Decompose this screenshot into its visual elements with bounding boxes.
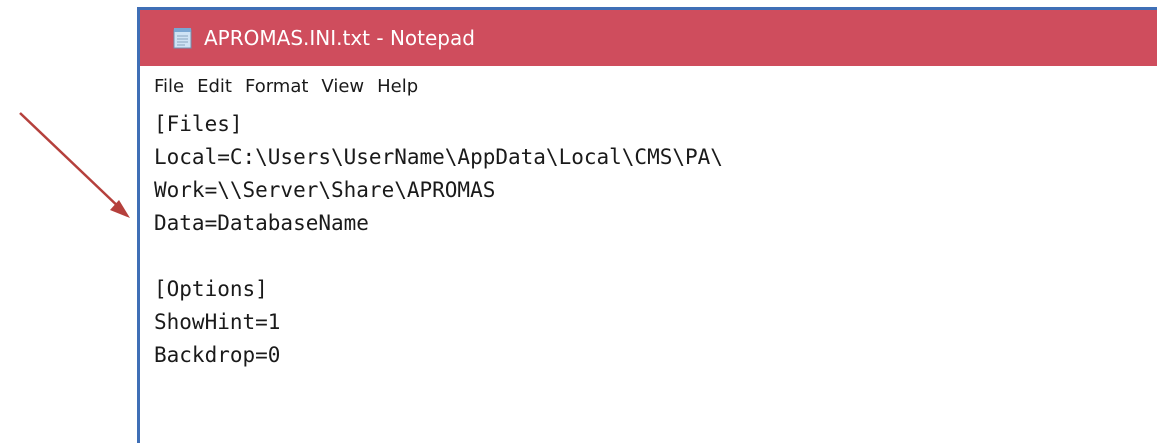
- notepad-icon: [172, 27, 194, 49]
- menu-bar: File Edit Format View Help: [140, 66, 1157, 106]
- editor-line-backdrop: Backdrop=0: [154, 343, 281, 367]
- menu-file[interactable]: File: [154, 76, 184, 97]
- text-editor[interactable]: [Files] Local=C:\Users\UserName\AppData\…: [140, 106, 1157, 372]
- editor-line-files-header: [Files]: [154, 112, 243, 136]
- title-bar[interactable]: APROMAS.INI.txt - Notepad: [140, 10, 1157, 66]
- editor-line-options-header: [Options]: [154, 277, 268, 301]
- menu-format[interactable]: Format: [245, 76, 308, 97]
- editor-line-blank: [154, 240, 1157, 273]
- window-title: APROMAS.INI.txt - Notepad: [204, 26, 475, 50]
- editor-line-local: Local=C:\Users\UserName\AppData\Local\CM…: [154, 145, 723, 169]
- menu-edit[interactable]: Edit: [197, 76, 232, 97]
- editor-line-data: Data=DatabaseName: [154, 211, 369, 235]
- annotation-arrow-icon: [19, 112, 130, 218]
- menu-help[interactable]: Help: [377, 76, 418, 97]
- editor-line-work: Work=\\Server\Share\APROMAS: [154, 178, 496, 202]
- editor-line-showhint: ShowHint=1: [154, 310, 281, 334]
- screenshot-stage: APROMAS.INI.txt - Notepad File Edit Form…: [0, 0, 1157, 443]
- menu-view[interactable]: View: [321, 76, 364, 97]
- notepad-window: APROMAS.INI.txt - Notepad File Edit Form…: [137, 7, 1157, 443]
